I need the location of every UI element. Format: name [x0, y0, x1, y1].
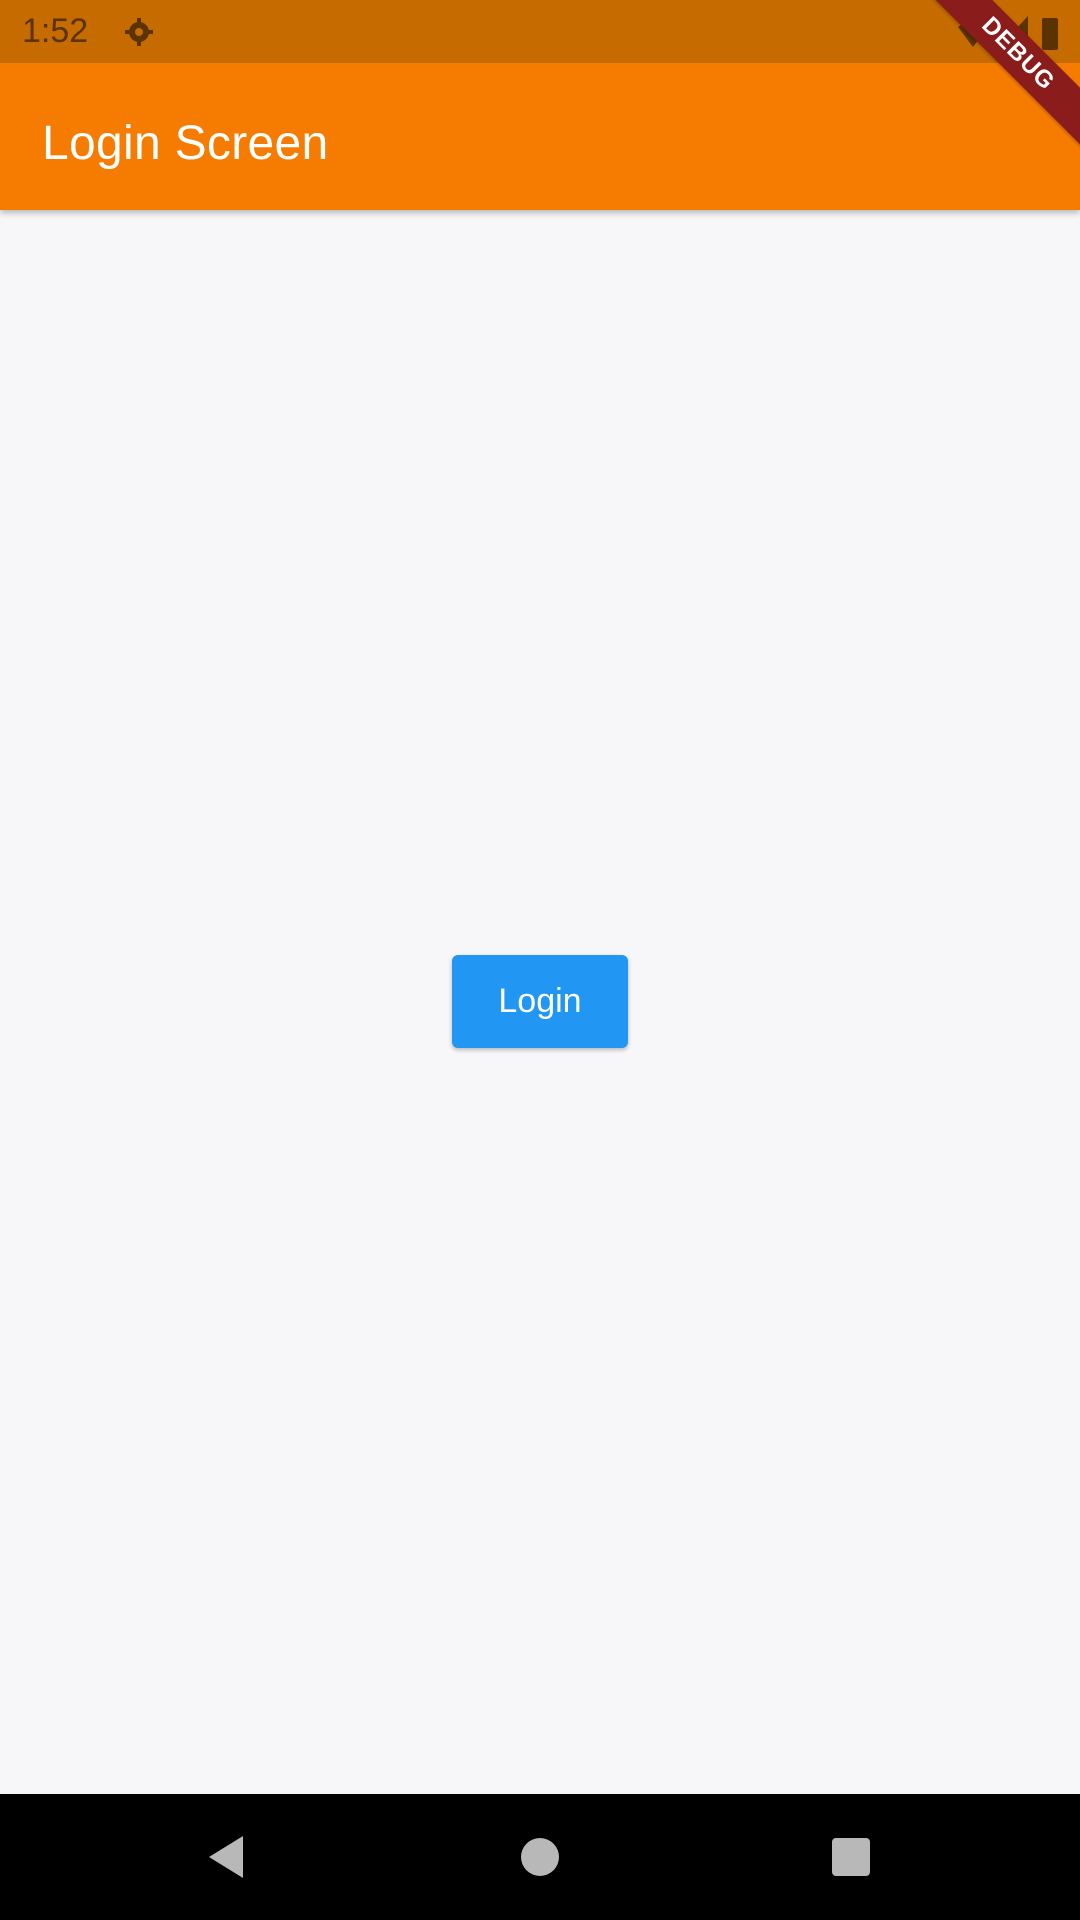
- status-time: 1:52: [22, 12, 89, 50]
- app-screen: 1:52 Login Screen DEBUG Login: [0, 0, 1080, 1920]
- settings-gear-icon: [124, 17, 154, 47]
- recents-square-icon: [832, 1838, 870, 1876]
- recents-button[interactable]: [823, 1829, 879, 1885]
- home-button[interactable]: [512, 1829, 568, 1885]
- login-button[interactable]: Login: [452, 955, 628, 1048]
- main-content: Login: [0, 210, 1080, 1794]
- battery-icon: [1042, 17, 1058, 50]
- page-title: Login Screen: [42, 117, 329, 170]
- status-bar: 1:52: [0, 0, 1080, 63]
- navigation-bar: [0, 1794, 1080, 1920]
- home-circle-icon: [521, 1838, 559, 1876]
- back-triangle-icon: [209, 1836, 243, 1878]
- back-button[interactable]: [199, 1829, 255, 1885]
- app-bar: Login Screen: [0, 63, 1080, 210]
